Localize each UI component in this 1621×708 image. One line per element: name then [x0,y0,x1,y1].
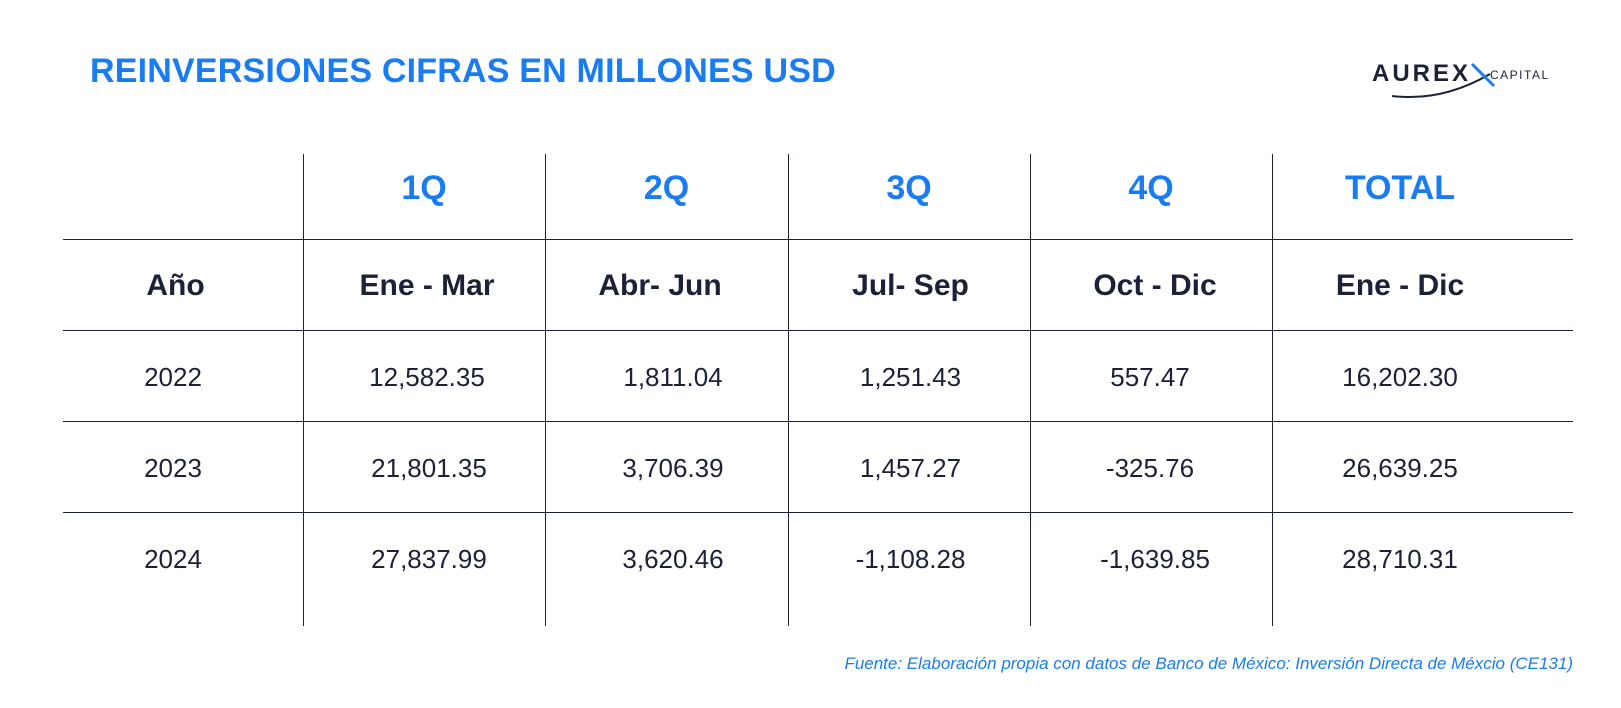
reinvestment-table: 1Q 2Q 3Q 4Q TOTAL Año Ene - Mar Abr- Jun… [63,154,1573,626]
page-title: REINVERSIONES CIFRAS EN MILLONES USD [90,52,836,90]
quarter-header-4q: 4Q [1128,168,1174,207]
value-cell-q2: 1,811.04 [623,361,723,392]
value-cell-total: 16,202.30 [1342,361,1458,392]
year-cell: 2024 [144,543,202,574]
value-cell-q1: 21,801.35 [371,452,487,483]
quarter-header-empty [63,141,303,235]
period-header-q4: Oct - Dic [1093,269,1217,302]
period-header-total: Ene - Dic [1335,269,1465,302]
value-cell-q2: 3,706.39 [622,452,724,483]
value-cell-q4: 557.47 [1110,361,1190,392]
value-cell-total: 26,639.25 [1342,452,1458,483]
value-cell-q4: -325.76 [1105,452,1195,483]
logo-brand: AUREX [1372,60,1472,87]
value-cell-q4: -1,639.85 [1100,543,1210,574]
period-header-year: Año [146,269,205,302]
quarter-header-2q: 2Q [643,168,690,207]
quarter-header-3q: 3Q [886,168,932,207]
value-cell-total: 28,710.31 [1342,543,1458,574]
aurex-capital-logo: AUREX CAPITAL [1372,56,1572,100]
value-cell-q3: 1,251.43 [859,361,962,392]
quarter-header-1q: 1Q [401,168,447,207]
period-header-q2: Abr- Jun [598,269,722,302]
value-cell-q2: 3,620.46 [622,543,724,574]
logo-sub: CAPITAL [1490,68,1550,82]
quarter-header-total: TOTAL [1344,168,1456,207]
source-note: Fuente: Elaboración propia con datos de … [844,654,1573,673]
value-cell-q3: 1,457.27 [859,452,962,483]
value-cell-q1: 12,582.35 [369,361,485,392]
value-cell-q3: -1,108.28 [855,543,966,574]
year-cell: 2023 [144,452,202,483]
value-cell-q1: 27,837.99 [371,543,487,574]
year-cell: 2022 [144,361,202,392]
period-header-q1: Ene - Mar [359,269,495,302]
period-header-q3: Jul- Sep [852,269,969,302]
